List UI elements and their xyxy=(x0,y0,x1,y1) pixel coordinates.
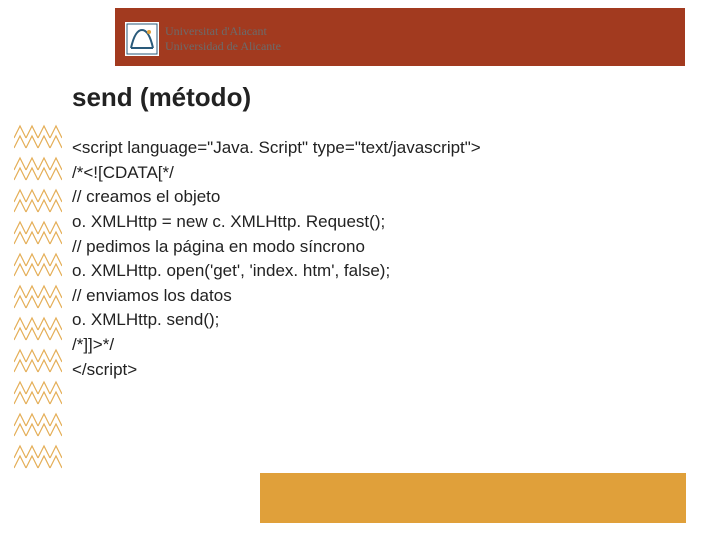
footer-bar xyxy=(260,473,686,523)
code-line: /*<![CDATA[*/ xyxy=(72,161,481,186)
code-line: // enviamos los datos xyxy=(72,284,481,309)
code-line: /*]]>*/ xyxy=(72,333,481,358)
code-block: <script language="Java. Script" type="te… xyxy=(72,136,481,382)
logo-icon xyxy=(125,22,159,56)
left-decoration xyxy=(14,120,62,500)
logo-line2: Universidad de Alicante xyxy=(165,39,281,54)
code-line: <script language="Java. Script" type="te… xyxy=(72,136,481,161)
code-line: o. XMLHttp = new c. XMLHttp. Request(); xyxy=(72,210,481,235)
code-line: o. XMLHttp. send(); xyxy=(72,308,481,333)
slide: Universitat d'Alacant Universidad de Ali… xyxy=(0,0,720,540)
university-logo: Universitat d'Alacant Universidad de Ali… xyxy=(125,22,281,56)
code-line: // pedimos la página en modo síncrono xyxy=(72,235,481,260)
slide-title: send (método) xyxy=(72,82,251,113)
code-line: // creamos el objeto xyxy=(72,185,481,210)
code-line: o. XMLHttp. open('get', 'index. htm', fa… xyxy=(72,259,481,284)
code-line: </script> xyxy=(72,358,481,383)
logo-line1: Universitat d'Alacant xyxy=(165,24,281,39)
